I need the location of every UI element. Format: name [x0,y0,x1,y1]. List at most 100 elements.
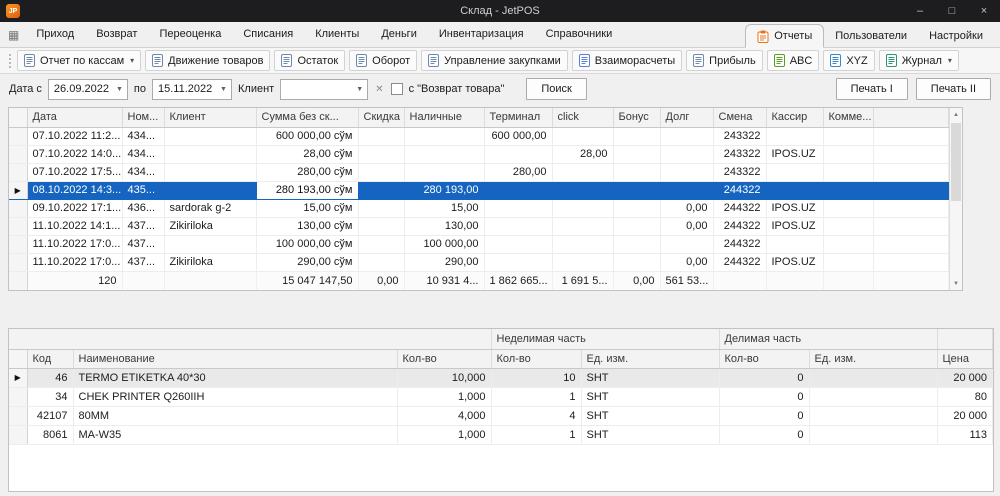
cell[interactable] [613,145,661,164]
cell[interactable] [809,425,938,445]
cell[interactable]: 11.10.2022 17:0... [27,253,123,272]
cell[interactable]: 244322 [713,199,767,218]
toolbar-button-turnover[interactable]: Оборот [349,50,418,71]
cell[interactable] [404,163,485,182]
cell[interactable]: 436... [122,199,165,218]
cell[interactable]: 34 [27,387,74,407]
cell[interactable]: 4,000 [397,406,492,426]
cell[interactable] [809,368,938,388]
toolbar-button-cash-reports[interactable]: Отчет по кассам ▾ [17,50,142,71]
column-header[interactable]: Долг [660,108,714,128]
tab-users[interactable]: Пользователи [824,25,918,47]
cell[interactable] [660,145,714,164]
row-indicator[interactable] [9,235,28,254]
cell[interactable] [552,253,614,272]
cell[interactable] [552,199,614,218]
row-indicator[interactable] [9,406,28,426]
row-indicator[interactable] [9,217,28,236]
cell[interactable]: SHT [581,368,720,388]
cell[interactable]: 1,000 [397,387,492,407]
cell[interactable]: 243322 [713,145,767,164]
cell[interactable] [484,253,553,272]
menu-item[interactable]: Клиенты [304,22,370,47]
cell[interactable]: 8061 [27,425,74,445]
cell[interactable]: 280 193,00 [404,181,485,200]
cell[interactable] [484,181,553,200]
cell[interactable] [766,181,824,200]
client-dropdown-icon[interactable]: ▼ [352,80,367,99]
menu-item[interactable]: Списания [232,22,304,47]
cell[interactable]: 28,00 [552,145,614,164]
cell[interactable] [358,217,405,236]
cell[interactable]: 113 [937,425,993,445]
column-header[interactable]: Наличные [404,108,485,128]
cell[interactable] [809,387,938,407]
column-header[interactable]: Смена [713,108,767,128]
cell[interactable]: 10 [491,368,582,388]
scroll-up-icon[interactable]: ▲ [950,108,962,121]
cell[interactable] [358,253,405,272]
cell[interactable]: MA-W35 [73,425,398,445]
cell[interactable] [613,253,661,272]
cell[interactable]: 244322 [713,253,767,272]
cell[interactable] [552,163,614,182]
cell[interactable]: SHT [581,406,720,426]
cell[interactable] [484,235,553,254]
return-goods-checkbox[interactable] [390,83,403,95]
cell[interactable] [164,235,257,254]
cell[interactable]: 244322 [713,181,767,200]
cell[interactable]: 280,00 сўм [256,163,359,182]
cell[interactable] [660,163,714,182]
cell[interactable] [358,163,405,182]
row-indicator[interactable] [9,425,28,445]
row-indicator[interactable] [9,163,28,182]
cell[interactable]: 80 [937,387,993,407]
column-header[interactable]: Клиент [164,108,257,128]
clear-client-icon[interactable]: ✕ [374,84,384,95]
cell[interactable] [823,217,874,236]
cell[interactable] [164,127,257,146]
cell[interactable] [358,145,405,164]
cell[interactable]: 437... [122,235,165,254]
cell[interactable] [484,145,553,164]
date-from-input[interactable] [53,83,112,95]
cell[interactable]: 09.10.2022 17:1... [27,199,123,218]
cell[interactable] [484,217,553,236]
menu-item[interactable]: Возврат [85,22,148,47]
cell[interactable] [404,145,485,164]
cell[interactable]: IPOS.UZ [766,199,824,218]
client-combo[interactable]: ▼ [280,78,369,100]
row-indicator[interactable] [9,127,28,146]
column-header[interactable]: Бонус [613,108,661,128]
column-header[interactable]: Кол-во [719,349,810,369]
date-from-dropdown-icon[interactable]: ▼ [112,80,127,99]
cell[interactable] [766,163,824,182]
column-header[interactable]: Дата [27,108,123,128]
cell[interactable]: 600 000,00 сўм [256,127,359,146]
date-to-input[interactable] [158,83,216,95]
column-header[interactable]: click [552,108,614,128]
cell[interactable] [660,127,714,146]
row-indicator[interactable]: ▶ [9,368,28,388]
cell[interactable] [766,127,824,146]
cell[interactable] [823,235,874,254]
cell[interactable] [823,163,874,182]
cell[interactable] [358,127,405,146]
cell[interactable] [660,181,714,200]
menu-item[interactable]: Приход [25,22,85,47]
menu-grid-icon[interactable]: ▦ [6,28,25,42]
cell[interactable]: 1,000 [397,425,492,445]
cell[interactable]: 0 [719,387,810,407]
row-indicator[interactable] [9,253,28,272]
cell[interactable] [358,199,405,218]
close-button[interactable]: × [968,0,1000,22]
toolbar-button-abc[interactable]: ABC [766,50,820,71]
cell[interactable]: 434... [122,127,165,146]
toolbar-button-settlements[interactable]: Взаиморасчеты [571,50,683,71]
cell[interactable] [358,235,405,254]
date-from-editor[interactable]: ▼ [47,78,128,100]
cell[interactable]: 244322 [713,235,767,254]
toolbar-button-stock[interactable]: Остаток [274,50,346,71]
cell[interactable]: IPOS.UZ [766,217,824,236]
cell[interactable]: 0 [719,368,810,388]
